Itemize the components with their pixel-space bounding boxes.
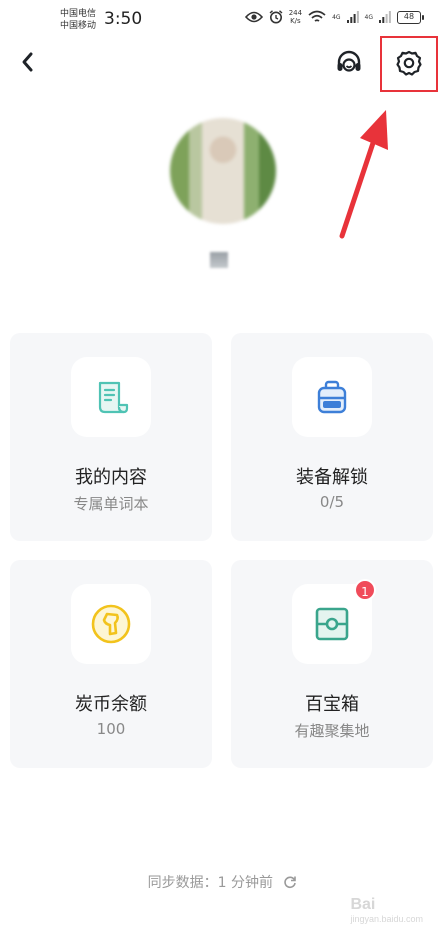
card-title: 装备解锁: [296, 467, 368, 488]
net-speed: 244 K/s: [289, 9, 302, 25]
net-speed-value: 244: [288, 9, 303, 17]
avatar[interactable]: [170, 118, 276, 224]
net-speed-unit: K/s: [290, 17, 301, 25]
status-time: 3:50: [104, 9, 143, 29]
card-subtitle: 专属单词本: [73, 495, 149, 513]
carrier-2: 中国移动: [60, 21, 97, 31]
status-icons: 244 K/s 4G 4G 48: [244, 9, 424, 25]
carrier-1: 中国电信: [60, 9, 97, 19]
card-equipment-unlock[interactable]: 装备解锁 0/5: [231, 333, 433, 541]
backpack-icon: [317, 380, 347, 414]
battery-indicator: 48: [397, 10, 424, 24]
username: [210, 252, 228, 268]
watermark-brand: Bai: [350, 896, 376, 913]
settings-highlight-box: [380, 36, 438, 92]
signal-label-2: 4G: [364, 13, 373, 21]
sync-status[interactable]: 同步数据：1 分钟前: [0, 872, 445, 892]
alarm-icon: [269, 10, 283, 24]
card-my-content[interactable]: 我的内容 专属单词本: [10, 333, 212, 541]
card-title: 我的内容: [75, 467, 147, 488]
eye-icon: [244, 11, 263, 23]
card-subtitle: 有趣聚集地: [294, 722, 370, 740]
card-title: 炭币余额: [75, 694, 147, 715]
customer-service-button[interactable]: [334, 48, 364, 78]
back-button[interactable]: [14, 48, 42, 76]
sync-time: 1 分钟前: [217, 875, 273, 891]
card-coin-balance[interactable]: 炭币余额 100: [10, 560, 212, 768]
coin-icon: [91, 604, 131, 644]
carrier-info: 中国电信 中国移动: [60, 8, 96, 32]
chevron-left-icon: [22, 52, 33, 72]
annotation-arrow: [339, 110, 388, 239]
watermark-site: jingyan.baidu.com: [350, 914, 423, 924]
card-title: 百宝箱: [305, 694, 359, 715]
profile-page: 中国电信 中国移动 3:50 244 K/s 4G 4G 48 我的内容 专属单…: [0, 0, 445, 938]
card-icon-tile: [292, 357, 372, 437]
card-treasure-box[interactable]: 1 百宝箱 有趣聚集地: [231, 560, 433, 768]
wifi-icon: [308, 10, 326, 22]
scroll-icon: [98, 381, 129, 414]
card-subtitle: 0/5: [319, 493, 345, 511]
card-icon-tile: [71, 584, 151, 664]
baidu-watermark: Bai jingyan.baidu.com: [350, 896, 423, 924]
card-subtitle: 100: [96, 720, 126, 738]
status-bar: 中国电信 中国移动 3:50 244 K/s 4G 4G 48: [0, 0, 445, 40]
sync-label: 同步数据：: [147, 875, 218, 891]
refresh-icon[interactable]: [283, 875, 297, 889]
notification-badge: 1: [354, 579, 376, 601]
treasure-box-icon: [315, 607, 349, 641]
signal-icon-1: [346, 11, 359, 23]
card-icon-tile: [71, 357, 151, 437]
signal-icon-2: [379, 11, 391, 23]
signal-label-1: 4G: [332, 13, 341, 21]
headset-icon: [337, 50, 361, 72]
